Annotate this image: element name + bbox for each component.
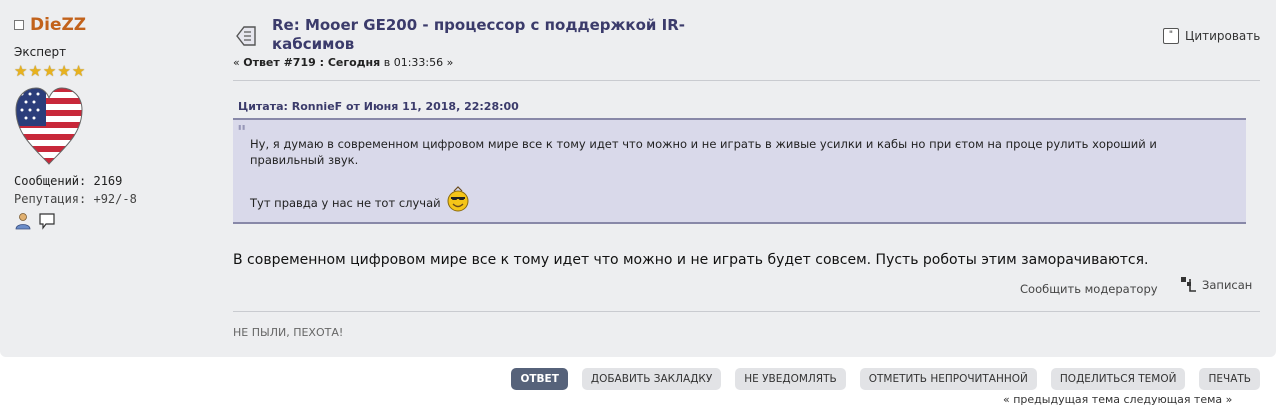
post-container: DieZZ Эксперт ★ ★ ★ ★ ★ Сообщений: 2169 …: [0, 0, 1276, 357]
star-icon: ★: [57, 62, 71, 80]
add-bookmark-button[interactable]: ДОБАВИТЬ ЗАКЛАДКУ: [581, 368, 722, 390]
poster-icons: [14, 212, 214, 230]
divider: [233, 80, 1260, 81]
no-notify-button[interactable]: НЕ УВЕДОМЛЯТЬ: [735, 368, 846, 390]
quote-button-label: Цитировать: [1185, 29, 1261, 43]
reply-number-link[interactable]: Ответ #719 : Сегодня: [243, 56, 380, 69]
quote-button[interactable]: " Цитировать: [1163, 28, 1260, 44]
star-icon: ★: [28, 62, 42, 80]
post-message: В современном цифровом мире все к тому и…: [233, 252, 1149, 268]
star-icon: ★: [71, 62, 86, 80]
poster-rank: Эксперт: [14, 45, 67, 59]
poster-name[interactable]: DieZZ: [30, 15, 86, 35]
poster-name-row: DieZZ: [14, 15, 214, 35]
star-icon: ★: [42, 62, 57, 80]
post-info: « Ответ #719 : Сегодня в 01:33:56 »: [233, 56, 453, 69]
signature-divider: [233, 311, 1260, 312]
share-topic-button[interactable]: ПОДЕЛИТЬСЯ ТЕМОЙ: [1050, 368, 1186, 390]
quote-block: " Ну, я думаю в современном цифровом мир…: [233, 118, 1246, 224]
quote-text: Тут правда у нас не тот случай: [250, 196, 441, 210]
print-button[interactable]: ПЕЧАТЬ: [1199, 368, 1260, 390]
quote-text: Ну, я думаю в современном цифровом мире …: [250, 137, 1157, 167]
post-count: Сообщений: 2169: [14, 174, 123, 188]
post-time: в 01:33:56 »: [380, 56, 454, 69]
report-to-moderator-link[interactable]: Сообщить модератору: [1020, 282, 1158, 296]
poster-info: DieZZ Эксперт ★ ★ ★ ★ ★ Сообщений: 2169 …: [14, 15, 214, 230]
post-icon: [236, 26, 256, 46]
reply-button[interactable]: ОТВЕТ: [511, 368, 568, 390]
smiley-icon: [447, 186, 469, 212]
avatar: [15, 87, 83, 165]
reputation: Репутация: +92/-8: [14, 192, 137, 206]
profile-icon[interactable]: [14, 212, 32, 230]
logged-label: Записан: [1202, 278, 1253, 292]
personal-message-icon[interactable]: [38, 212, 56, 230]
rank-stars: ★ ★ ★ ★ ★: [14, 62, 214, 80]
star-icon: ★: [14, 62, 28, 80]
post-info-prefix: «: [233, 56, 244, 69]
online-status-icon: [14, 20, 24, 30]
topic-navigation-links[interactable]: « предыдущая тема следующая тема »: [1003, 393, 1232, 406]
quote-icon: ": [1163, 28, 1179, 44]
quote-mark-icon: ": [237, 122, 247, 143]
logged-status: Записан: [1180, 276, 1252, 294]
signature: НЕ ПЫЛИ, ПЕХОТА!: [233, 326, 344, 339]
mark-unread-button[interactable]: ОТМЕТИТЬ НЕПРОЧИТАННОЙ: [859, 368, 1037, 390]
topic-action-buttons: ОТВЕТ ДОБАВИТЬ ЗАКЛАДКУ НЕ УВЕДОМЛЯТЬ ОТ…: [511, 368, 1260, 390]
logged-ip-icon: [1181, 277, 1196, 292]
post-subject[interactable]: Re: Mooer GE200 - процессор с поддержкой…: [272, 16, 712, 54]
quote-header[interactable]: Цитата: RonnieF от Июня 11, 2018, 22:28:…: [238, 100, 519, 113]
